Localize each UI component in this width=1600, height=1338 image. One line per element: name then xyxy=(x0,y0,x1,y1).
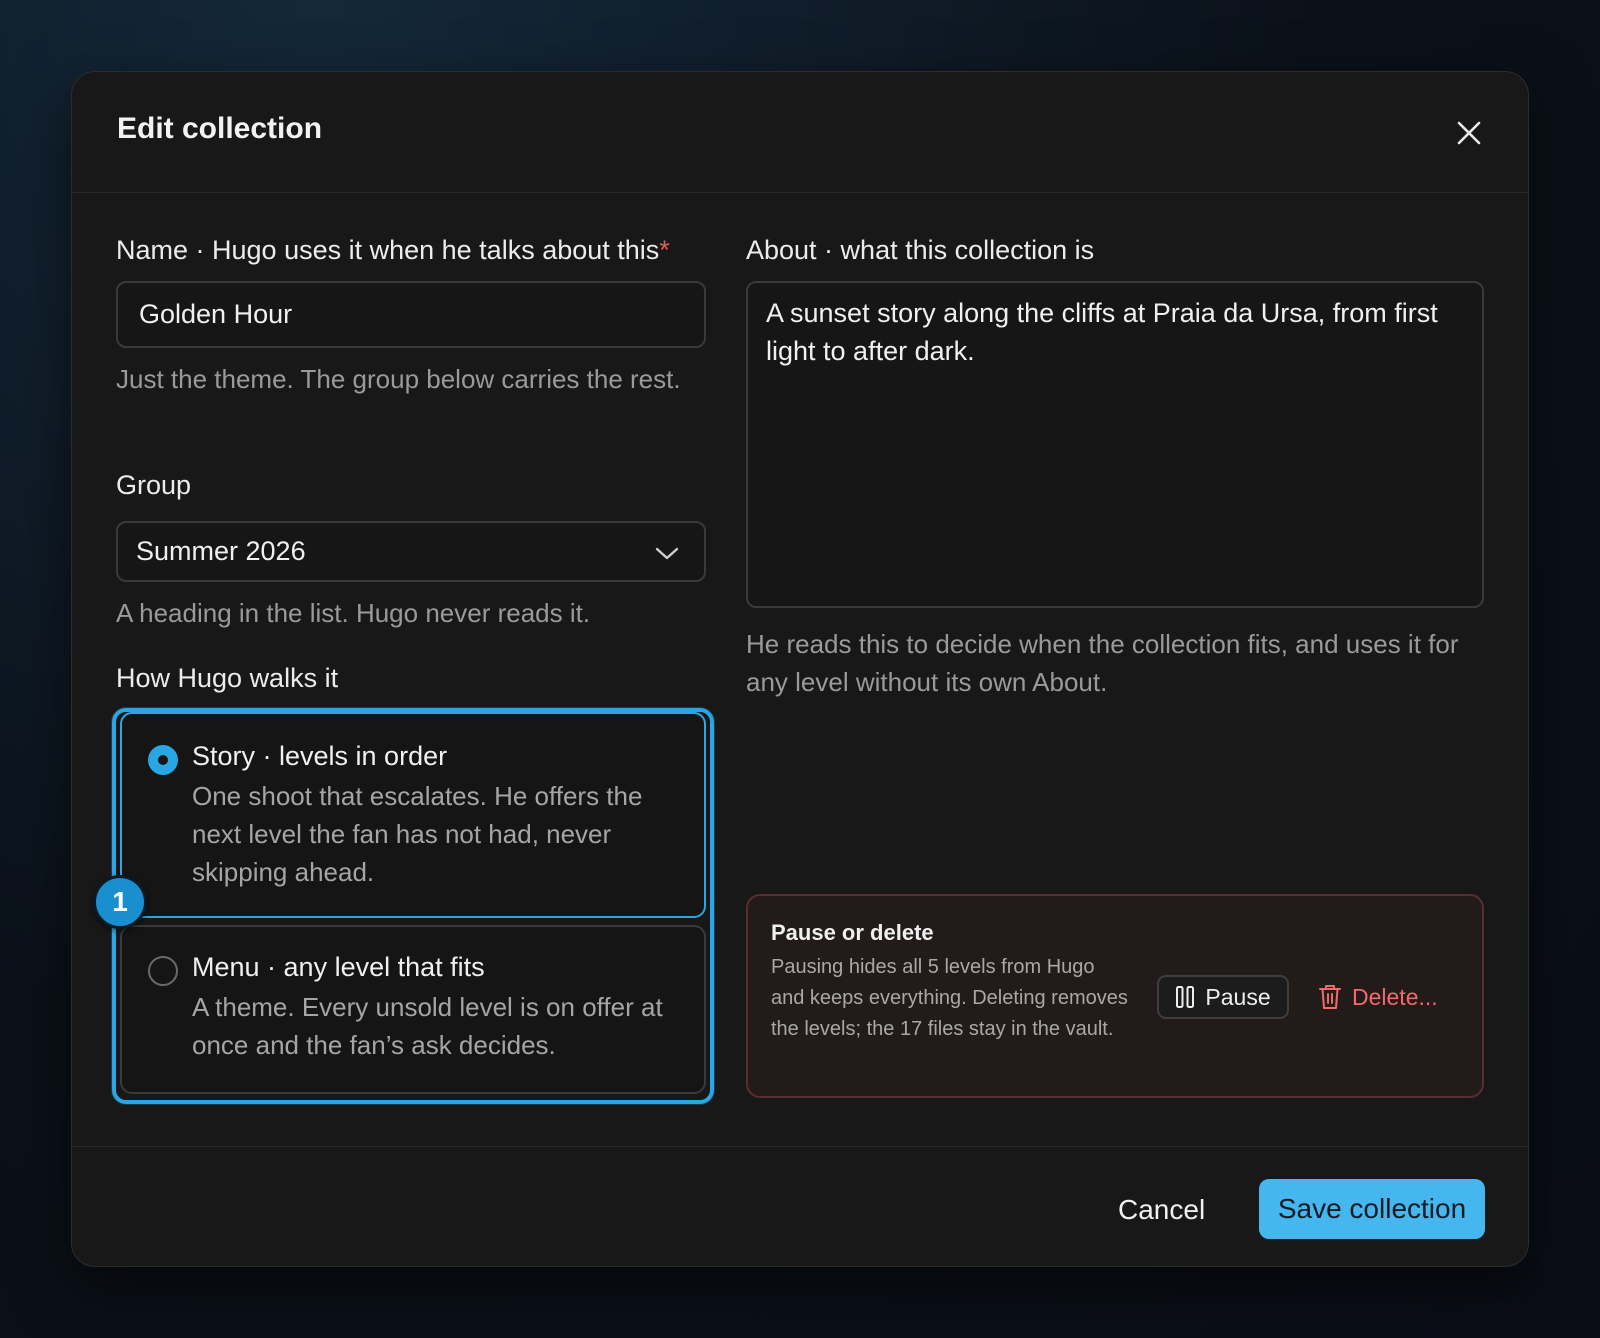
trash-icon xyxy=(1319,985,1341,1009)
walk-mode-option-story[interactable]: Story · levels in order One shoot that e… xyxy=(120,712,706,918)
radio-button-menu[interactable] xyxy=(148,956,178,986)
close-icon xyxy=(1457,121,1481,145)
cancel-button[interactable]: Cancel xyxy=(1118,1180,1205,1240)
option-menu-title: Menu · any level that fits xyxy=(192,952,485,982)
pause-delete-panel: Pause or delete Pausing hides all 5 leve… xyxy=(746,894,1484,1098)
close-button[interactable] xyxy=(1452,116,1486,150)
group-hint: A heading in the list. Hugo never reads … xyxy=(116,598,591,628)
option-story-description: One shoot that escalates. He offers the … xyxy=(192,781,643,887)
walk-mode-option-menu[interactable]: Menu · any level that fits A theme. Ever… xyxy=(120,925,706,1094)
group-select[interactable]: Summer 2026 xyxy=(116,521,706,582)
delete-button-label: Delete... xyxy=(1352,983,1438,1010)
pause-button[interactable]: Pause xyxy=(1157,975,1289,1019)
pause-button-label: Pause xyxy=(1205,983,1271,1010)
dialog-header: Edit collection xyxy=(72,72,1528,193)
save-collection-button[interactable]: Save collection xyxy=(1259,1179,1485,1239)
delete-button[interactable]: Delete... xyxy=(1318,975,1438,1019)
chevron-down-icon xyxy=(655,547,679,560)
name-input[interactable]: Golden Hour xyxy=(116,281,706,348)
radio-button-story[interactable] xyxy=(148,745,178,775)
dialog-title: Edit collection xyxy=(117,112,323,145)
group-label: Group xyxy=(116,470,192,500)
required-mark: * xyxy=(659,235,670,265)
about-textarea[interactable]: A sunset story along the cliffs at Praia… xyxy=(746,281,1484,608)
dialog-footer: Cancel Save collection xyxy=(72,1146,1528,1266)
about-hint: He reads this to decide when the collect… xyxy=(746,629,1459,697)
option-menu-description: A theme. Every unsold level is on offer … xyxy=(192,992,663,1060)
pause-delete-description: Pausing hides all 5 levels from Hugo and… xyxy=(771,956,1128,1040)
pause-delete-title: Pause or delete xyxy=(771,920,934,945)
name-label: Name · Hugo uses it when he talks about … xyxy=(116,235,670,266)
name-label-text: Name · Hugo uses it when he talks about … xyxy=(116,235,660,265)
walk-mode-label: How Hugo walks it xyxy=(116,663,339,693)
name-hint: Just the theme. The group below carries … xyxy=(116,364,681,394)
about-label: About · what this collection is xyxy=(746,235,1095,265)
option-story-title: Story · levels in order xyxy=(192,741,448,771)
walk-mode-radio-group: Story · levels in order One shoot that e… xyxy=(112,708,714,1104)
edit-collection-dialog: Edit collection Name · Hugo uses it when… xyxy=(71,71,1529,1267)
group-select-value: Summer 2026 xyxy=(136,536,306,566)
step-badge: 1 xyxy=(93,875,147,929)
pause-icon xyxy=(1176,986,1195,1008)
